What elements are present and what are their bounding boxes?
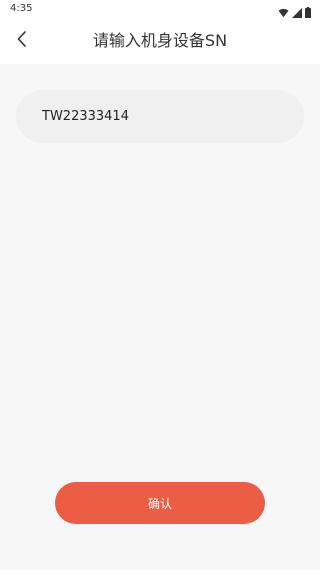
app-header: 请输入机身设备SN	[0, 18, 320, 64]
confirm-button[interactable]: 确认	[55, 482, 265, 524]
status-bar: 4:35	[0, 0, 320, 18]
back-button[interactable]	[10, 29, 34, 53]
sn-field	[16, 90, 304, 143]
confirm-button-label: 确认	[147, 496, 172, 511]
sn-input[interactable]	[16, 90, 304, 143]
sn-input-screen: 4:35 请输入机身设备SN TW22333414 确认	[0, 0, 320, 570]
status-time: 4:35	[10, 3, 33, 14]
page-title: 请输入机身设备SN	[92, 31, 228, 50]
chevron-left-icon	[16, 30, 28, 52]
